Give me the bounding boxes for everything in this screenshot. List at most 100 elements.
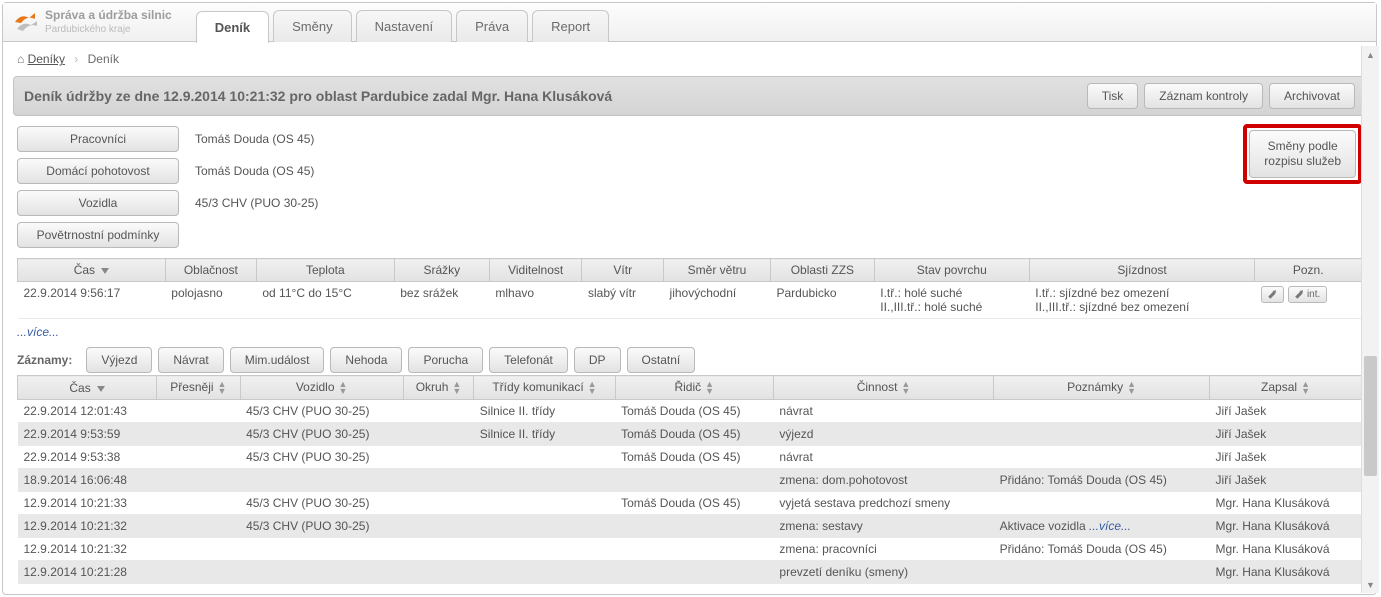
sort-icon: ▲▼ bbox=[1301, 381, 1310, 395]
shifts-by-schedule-highlight: Směny podle rozpisu služeb bbox=[1243, 124, 1362, 184]
inspection-record-button[interactable]: Záznam kontroly bbox=[1144, 83, 1263, 109]
table-cell: prevzetí deníku (smeny) bbox=[773, 561, 993, 584]
table-cell bbox=[157, 538, 240, 561]
table-row[interactable]: 12.9.2014 10:21:3345/3 CHV (PUO 30-25)To… bbox=[18, 492, 1362, 515]
table-row[interactable]: 12.9.2014 10:21:28prevzetí deníku (smeny… bbox=[18, 561, 1362, 584]
table-cell bbox=[157, 446, 240, 469]
table-row[interactable]: 12.9.2014 10:21:32zmena: pracovníciPřidá… bbox=[18, 538, 1362, 561]
weather-time: 22.9.2014 9:56:17 bbox=[18, 282, 166, 319]
table-cell bbox=[403, 492, 474, 515]
record-type-button[interactable]: Mim.událost bbox=[230, 347, 325, 373]
weather-row: 22.9.2014 9:56:17 polojasno od 11°C do 1… bbox=[18, 282, 1362, 319]
table-cell: 18.9.2014 16:06:48 bbox=[18, 469, 157, 492]
scroll-up-arrow-icon[interactable]: ▲ bbox=[1362, 46, 1379, 63]
table-row[interactable]: 22.9.2014 12:01:4345/3 CHV (PUO 30-25)Si… bbox=[18, 400, 1362, 423]
records-col-header[interactable]: Poznámky▲▼ bbox=[994, 376, 1210, 400]
weather-col-header[interactable]: Stav povrchu bbox=[874, 259, 1029, 282]
more-link[interactable]: ...více... bbox=[1089, 519, 1131, 533]
vertical-scrollbar[interactable]: ▲ ▼ bbox=[1361, 46, 1379, 593]
table-cell: návrat bbox=[773, 446, 993, 469]
scroll-down-arrow-icon[interactable]: ▼ bbox=[1362, 576, 1379, 593]
table-cell: Silnice II. třídy bbox=[474, 423, 615, 446]
weather-col-header[interactable]: Směr větru bbox=[664, 259, 771, 282]
scroll-thumb[interactable] bbox=[1364, 356, 1377, 476]
records-col-header[interactable]: Vozidlo▲▼ bbox=[240, 376, 403, 400]
records-col-header[interactable]: Řidič▲▼ bbox=[615, 376, 773, 400]
table-cell: Mgr. Hana Klusáková bbox=[1210, 561, 1362, 584]
table-row[interactable]: 12.9.2014 10:21:3245/3 CHV (PUO 30-25)zm… bbox=[18, 515, 1362, 538]
table-row[interactable]: 22.9.2014 9:53:3845/3 CHV (PUO 30-25)Tom… bbox=[18, 446, 1362, 469]
sort-icon: ▲▼ bbox=[218, 381, 227, 395]
records-col-header[interactable]: Čas bbox=[18, 376, 157, 400]
table-cell bbox=[157, 492, 240, 515]
shifts-by-schedule-line2: rozpisu služeb bbox=[1264, 154, 1341, 168]
weather-more-link[interactable]: ...více... bbox=[17, 325, 1362, 339]
records-col-header[interactable]: Okruh▲▼ bbox=[403, 376, 474, 400]
weather-col-header[interactable]: Oblasti ZZS bbox=[771, 259, 875, 282]
table-cell: 22.9.2014 12:01:43 bbox=[18, 400, 157, 423]
table-row[interactable]: 18.9.2014 16:06:48zmena: dom.pohotovostP… bbox=[18, 469, 1362, 492]
table-cell: Silnice II. třídy bbox=[474, 400, 615, 423]
records-col-header[interactable]: Třídy komunikací▲▼ bbox=[474, 376, 615, 400]
weather-col-header[interactable]: Srážky bbox=[394, 259, 489, 282]
record-type-button[interactable]: Nehoda bbox=[330, 347, 402, 373]
workers-value: Tomáš Douda (OS 45) bbox=[195, 132, 314, 146]
weather-col-header[interactable]: Sjízdnost bbox=[1029, 259, 1255, 282]
weather-conditions-button[interactable]: Povětrnostní podmínky bbox=[17, 222, 179, 248]
shifts-by-schedule-button[interactable]: Směny podle rozpisu služeb bbox=[1249, 130, 1356, 178]
shifts-by-schedule-line1: Směny podle bbox=[1268, 139, 1338, 153]
table-cell bbox=[403, 538, 474, 561]
table-cell bbox=[994, 400, 1210, 423]
tab-report[interactable]: Report bbox=[532, 10, 609, 42]
record-type-button[interactable]: Telefonát bbox=[489, 347, 568, 373]
table-cell bbox=[157, 423, 240, 446]
table-cell: 45/3 CHV (PUO 30-25) bbox=[240, 423, 403, 446]
sort-desc-icon bbox=[97, 386, 105, 392]
breadcrumb-home[interactable]: Deníky bbox=[28, 52, 65, 66]
table-row[interactable]: 22.9.2014 9:53:5945/3 CHV (PUO 30-25)Sil… bbox=[18, 423, 1362, 446]
tab-směny[interactable]: Směny bbox=[273, 10, 351, 42]
weather-col-header[interactable]: Čas bbox=[18, 259, 166, 282]
sort-icon: ▲▼ bbox=[452, 381, 461, 395]
record-type-button[interactable]: Návrat bbox=[158, 347, 223, 373]
weather-col-header[interactable]: Vítr bbox=[582, 259, 664, 282]
records-col-header[interactable]: Činnost▲▼ bbox=[773, 376, 993, 400]
weather-visibility: mlhavo bbox=[489, 282, 582, 319]
vehicles-button[interactable]: Vozidla bbox=[17, 190, 179, 216]
logo-icon bbox=[13, 9, 39, 35]
table-cell: Tomáš Douda (OS 45) bbox=[615, 400, 773, 423]
table-cell bbox=[240, 469, 403, 492]
weather-col-header[interactable]: Oblačnost bbox=[165, 259, 256, 282]
table-cell bbox=[615, 515, 773, 538]
tab-práva[interactable]: Práva bbox=[456, 10, 528, 42]
print-button[interactable]: Tisk bbox=[1087, 83, 1139, 109]
table-cell: vyjetá sestava predchozí smeny bbox=[773, 492, 993, 515]
table-cell bbox=[615, 469, 773, 492]
table-cell bbox=[474, 469, 615, 492]
edit-int-button[interactable]: int. bbox=[1288, 286, 1327, 303]
record-type-button[interactable]: Porucha bbox=[408, 347, 483, 373]
archive-button[interactable]: Archivovat bbox=[1269, 83, 1355, 109]
weather-col-header[interactable]: Pozn. bbox=[1255, 259, 1362, 282]
record-type-button[interactable]: Výjezd bbox=[86, 347, 152, 373]
chevron-right-icon: › bbox=[74, 52, 78, 66]
page-title: Deník údržby ze dne 12.9.2014 10:21:32 p… bbox=[24, 88, 612, 104]
home-standby-button[interactable]: Domácí pohotovost bbox=[17, 158, 179, 184]
records-table: ČasPřesněji▲▼Vozidlo▲▼Okruh▲▼Třídy komun… bbox=[17, 375, 1362, 584]
pencil-icon bbox=[1266, 289, 1279, 302]
weather-col-header[interactable]: Teplota bbox=[256, 259, 394, 282]
edit-button[interactable] bbox=[1261, 286, 1284, 303]
table-cell bbox=[474, 515, 615, 538]
tab-deník[interactable]: Deník bbox=[196, 11, 269, 43]
weather-col-header[interactable]: Viditelnost bbox=[489, 259, 582, 282]
table-cell: Přidáno: Tomáš Douda (OS 45) bbox=[994, 469, 1210, 492]
workers-button[interactable]: Pracovníci bbox=[17, 126, 179, 152]
records-col-header[interactable]: Zapsal▲▼ bbox=[1210, 376, 1362, 400]
table-cell: Jiří Jašek bbox=[1210, 469, 1362, 492]
table-cell bbox=[157, 469, 240, 492]
record-type-button[interactable]: Ostatní bbox=[627, 347, 696, 373]
org-logo: Správa a údržba silnicPardubického kraje bbox=[9, 3, 196, 41]
record-type-button[interactable]: DP bbox=[574, 347, 621, 373]
tab-nastavení[interactable]: Nastavení bbox=[356, 10, 453, 42]
records-col-header[interactable]: Přesněji▲▼ bbox=[157, 376, 240, 400]
